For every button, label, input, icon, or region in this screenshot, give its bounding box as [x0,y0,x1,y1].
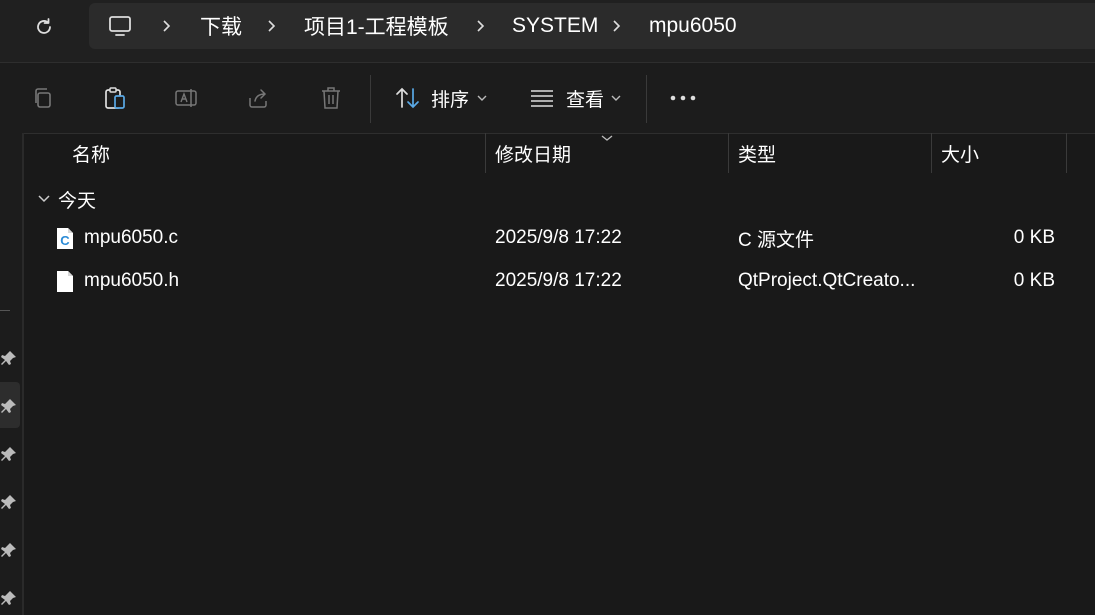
chevron-right-icon[interactable] [159,3,173,49]
column-divider[interactable] [728,133,729,173]
pin-icon[interactable] [0,444,18,464]
sort-indicator-icon [600,130,614,148]
command-toolbar: 排序 查看 [0,62,1095,134]
file-row[interactable]: mpu6050.h 2025/9/8 17:22 QtProject.QtCre… [24,260,1095,302]
rename-icon [175,89,197,107]
header-file-icon [56,270,74,298]
pin-icon[interactable] [0,588,18,608]
svg-text:C: C [60,233,70,248]
sort-icon[interactable] [393,83,423,113]
share-icon [249,89,267,108]
view-button[interactable]: 查看 [566,83,604,113]
more-options-button[interactable] [668,83,698,113]
column-header-name[interactable]: 名称 [72,133,110,173]
group-label: 今天 [58,190,97,212]
column-divider[interactable] [485,133,486,173]
c-source-file-icon: C [56,227,74,255]
file-date: 2025/9/8 17:22 [495,227,622,248]
toolbar-divider [646,75,647,123]
file-name[interactable]: mpu6050.h [84,260,179,302]
address-bar[interactable]: 下载 项目1-工程模板 SYSTEM mpu6050 [89,3,1095,49]
copy-button[interactable] [28,83,58,113]
file-size: 0 KB [1013,270,1055,291]
chevron-right-icon[interactable] [473,3,487,49]
chevron-right-icon[interactable] [264,3,278,49]
file-name[interactable]: mpu6050.c [84,217,178,259]
column-header-date[interactable]: 修改日期 [495,133,571,173]
sort-button[interactable]: 排序 [431,83,469,113]
refresh-button[interactable] [28,11,60,43]
breadcrumb-item[interactable]: 项目1-工程模板 [304,3,449,49]
breadcrumb-item-current[interactable]: mpu6050 [649,3,737,49]
chevron-down-icon[interactable] [608,83,624,113]
paste-icon [105,87,125,109]
file-type: C 源文件 [738,229,815,251]
chevron-right-icon[interactable] [609,3,623,49]
trash-icon [322,87,340,109]
more-icon [670,95,696,101]
pin-icon[interactable] [0,492,18,512]
column-header-type[interactable]: 类型 [738,133,776,173]
breadcrumb-item[interactable]: 下载 [200,3,242,49]
file-date: 2025/9/8 17:22 [495,270,622,291]
this-pc-crumb[interactable] [107,3,133,49]
toolbar-divider [370,75,371,123]
nav-separator [0,310,10,311]
chevron-down-icon[interactable] [474,83,490,113]
share-button[interactable] [244,83,274,113]
pin-icon[interactable] [0,348,18,368]
group-header-today[interactable]: 今天 [36,184,96,214]
column-divider[interactable] [931,133,932,173]
computer-icon [109,16,131,36]
refresh-icon [37,18,51,34]
view-icon[interactable] [527,83,557,113]
top-bar: 下载 项目1-工程模板 SYSTEM mpu6050 [0,0,1095,62]
copy-icon [35,88,51,108]
column-divider[interactable] [1066,133,1067,173]
chevron-down-icon [38,195,50,203]
column-header-size[interactable]: 大小 [941,133,979,173]
pane-divider[interactable] [22,133,24,615]
paste-button[interactable] [100,83,130,113]
delete-button[interactable] [316,83,346,113]
file-type: QtProject.QtCreato... [738,270,916,291]
rename-button[interactable] [172,83,202,113]
file-row[interactable]: C mpu6050.c 2025/9/8 17:22 C 源文件 0 KB [24,217,1095,259]
file-size: 0 KB [1013,227,1055,248]
breadcrumb-item[interactable]: SYSTEM [512,3,598,49]
pin-icon[interactable] [0,540,18,560]
pin-icon[interactable] [0,396,18,416]
